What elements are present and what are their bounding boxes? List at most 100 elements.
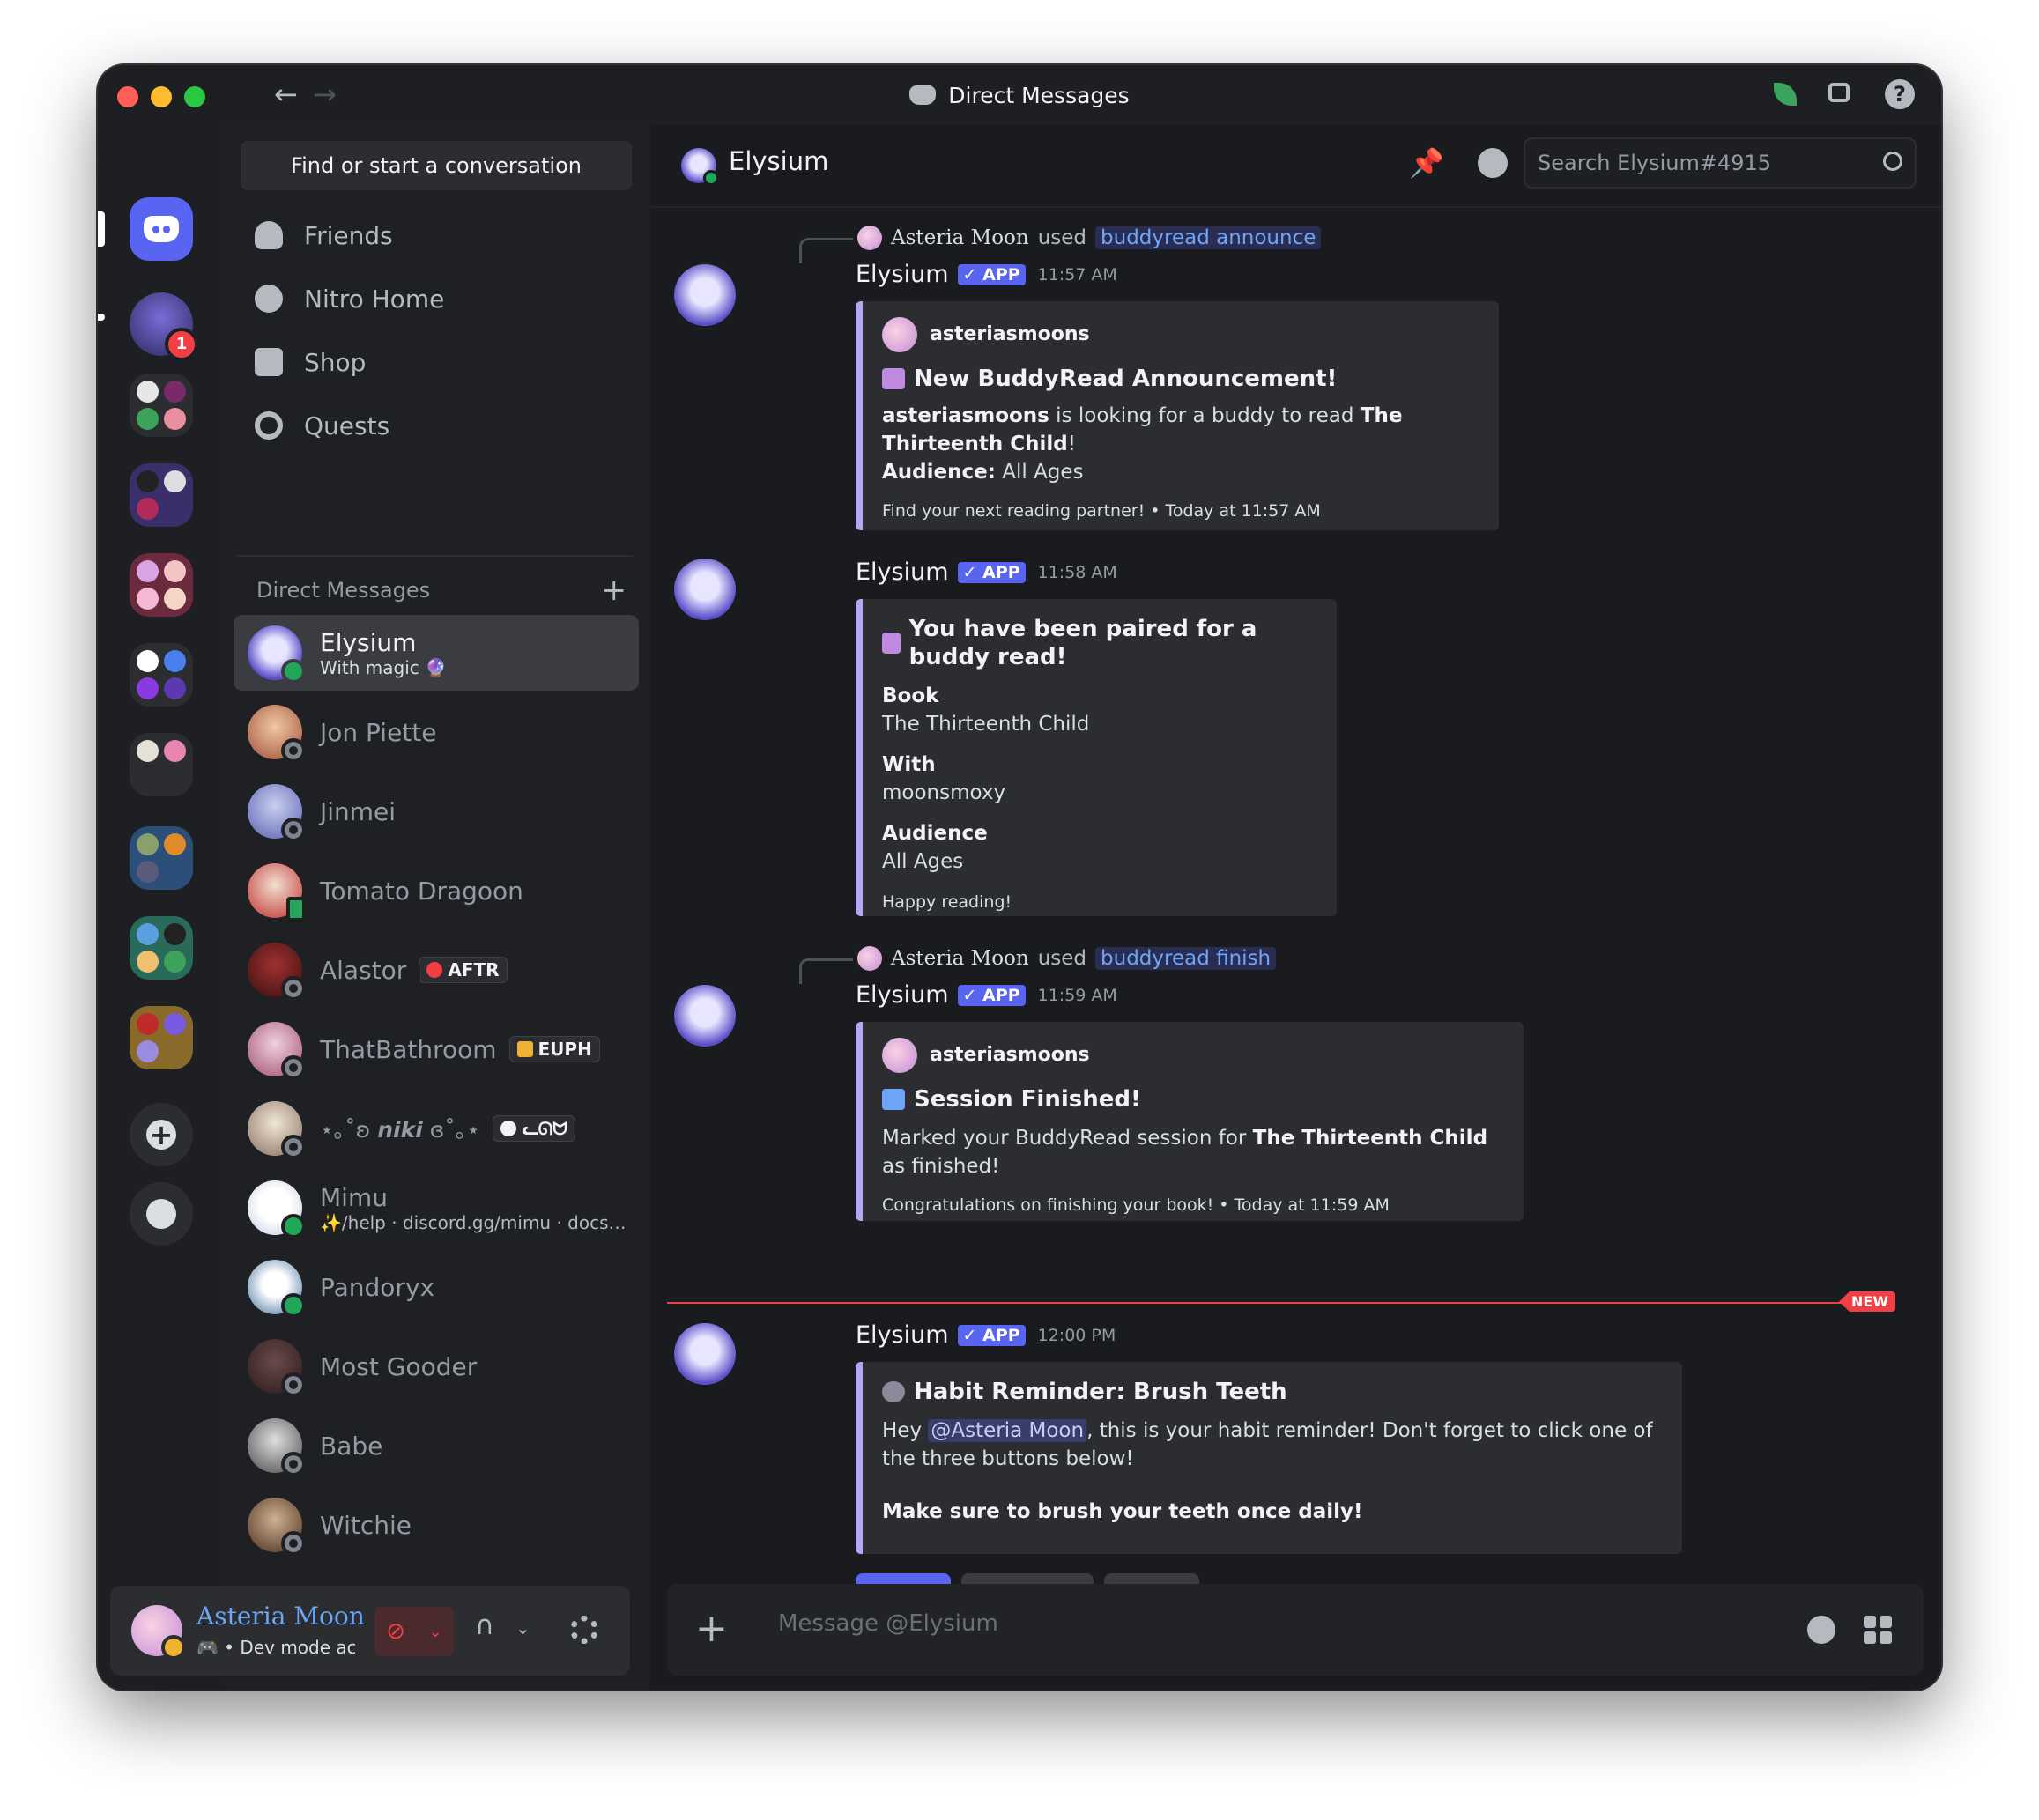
inbox-icon[interactable] xyxy=(1827,79,1857,109)
status-online-icon xyxy=(281,1293,306,1318)
leaf-icon[interactable] xyxy=(1770,79,1800,109)
user-panel: Asteria Moon 🎮 • Dev mode active ⊘ ⌄ ∩ ⌄ xyxy=(110,1586,630,1676)
embed-title: You have been paired for a buddy read! xyxy=(882,615,1317,671)
embed-title-text: Session Finished! xyxy=(914,1086,1141,1113)
field-name: Book xyxy=(882,684,939,707)
server-folder-7[interactable] xyxy=(130,916,193,980)
avatar xyxy=(857,946,882,971)
message-avatar[interactable] xyxy=(674,264,736,326)
embed-title: Session Finished! xyxy=(882,1085,1504,1113)
user-profile-icon[interactable] xyxy=(1478,148,1508,178)
nav-label: Shop xyxy=(304,347,367,377)
mute-button[interactable]: ⊘ ⌄ xyxy=(374,1607,454,1656)
chat-header: Elysium 📌 Search Elysium#4915 xyxy=(649,125,1941,208)
embed-audience: Audience: All Ages xyxy=(882,458,1479,486)
embed-bold-label: Audience: xyxy=(882,461,996,484)
avatar xyxy=(248,784,306,842)
chat-area: Elysium 📌 Search Elysium#4915 Asteria Mo… xyxy=(649,125,1941,1690)
chevron-down-icon[interactable]: ⌄ xyxy=(515,1617,530,1639)
dm-item-babe[interactable]: Babe xyxy=(234,1408,639,1483)
slash-command[interactable]: buddyread finish xyxy=(1095,947,1277,970)
embed-body: Hey @Asteria Moon, this is your habit re… xyxy=(882,1417,1663,1473)
embed-text: All Ages xyxy=(995,461,1084,484)
message-avatar[interactable] xyxy=(674,559,736,620)
slash-command[interactable]: buddyread announce xyxy=(1095,226,1322,249)
tag-label: AFTR xyxy=(448,959,500,980)
dm-item-jon-piette[interactable]: Jon Piette xyxy=(234,694,639,770)
reply-username[interactable]: Asteria Moon xyxy=(891,226,1029,249)
message-input[interactable]: Message @Elysium xyxy=(778,1610,998,1637)
server-folder-6[interactable] xyxy=(130,826,193,890)
apps-icon[interactable] xyxy=(1864,1616,1892,1644)
nav-label: Quests xyxy=(304,411,390,440)
server-folder-3[interactable] xyxy=(130,553,193,617)
reply-username[interactable]: Asteria Moon xyxy=(891,947,1029,970)
dm-item-elysium[interactable]: Elysium With magic 🔮 xyxy=(234,615,639,691)
chevron-down-icon[interactable]: ⌄ xyxy=(429,1623,442,1641)
field-value: moonsmoxy xyxy=(882,781,1006,804)
command-reply-line: Asteria Moon used buddyread finish xyxy=(799,946,1277,984)
server-folder-2[interactable] xyxy=(130,463,193,527)
embed-author: asteriasmoons xyxy=(882,1038,1504,1073)
help-icon[interactable]: ? xyxy=(1885,79,1915,109)
discover-button[interactable] xyxy=(130,1182,193,1246)
message-composer[interactable]: + Message @Elysium xyxy=(667,1584,1924,1676)
create-dm-icon[interactable]: + xyxy=(602,573,627,608)
find-conversation-button[interactable]: Find or start a conversation xyxy=(241,141,632,190)
headphones-icon[interactable]: ∩ xyxy=(475,1610,494,1641)
message-embed: asteriasmoons Session Finished! Marked y… xyxy=(856,1022,1524,1221)
message-avatar[interactable] xyxy=(674,985,736,1047)
server-moon[interactable]: 1 xyxy=(130,292,198,361)
user-mention[interactable]: @Asteria Moon xyxy=(928,1419,1087,1442)
nav-nitro-home[interactable]: Nitro Home xyxy=(237,271,634,326)
dm-status-text: ✨/help · discord.gg/mimu · docs.mi... xyxy=(320,1211,628,1233)
home-button[interactable] xyxy=(130,197,193,261)
message-author[interactable]: Elysium xyxy=(856,559,949,586)
avatar xyxy=(248,705,306,763)
dm-item-jinmei[interactable]: Jinmei xyxy=(234,773,639,849)
search-icon xyxy=(1883,152,1902,171)
discord-logo-icon xyxy=(144,216,179,242)
settings-gear-icon[interactable] xyxy=(570,1616,598,1644)
nav-friends[interactable]: Friends xyxy=(237,208,634,263)
server-folder-8[interactable] xyxy=(130,1006,193,1069)
app-window: ← → Direct Messages ? 1 + Find or start … xyxy=(98,65,1941,1690)
message-avatar[interactable] xyxy=(674,1323,736,1385)
search-input[interactable]: Search Elysium#4915 xyxy=(1524,137,1917,189)
dm-item-tomato-dragoon[interactable]: Tomato Dragoon xyxy=(234,853,639,928)
new-messages-label: NEW xyxy=(1839,1291,1895,1312)
emoji-icon[interactable] xyxy=(1807,1616,1835,1644)
window-title-text: Direct Messages xyxy=(948,82,1130,108)
dm-item-witchie[interactable]: Witchie xyxy=(234,1487,639,1563)
nav-quests[interactable]: Quests xyxy=(237,398,634,453)
server-tag: ᓚᘏᗢ xyxy=(492,1115,575,1142)
dm-item-most-gooder[interactable]: Most Gooder xyxy=(234,1328,639,1404)
embed-footer: Congratulations on finishing your book! … xyxy=(882,1195,1390,1215)
channel-name: Elysium xyxy=(729,146,829,176)
friends-icon xyxy=(255,221,283,249)
add-server-button[interactable]: + xyxy=(130,1103,193,1166)
status-offline-icon xyxy=(281,1372,306,1397)
attach-plus-icon[interactable]: + xyxy=(695,1607,728,1651)
message-author[interactable]: Elysium xyxy=(856,981,949,1009)
user-avatar[interactable] xyxy=(131,1605,186,1660)
dm-item-thatbathroom[interactable]: ThatBathroom EUPH xyxy=(234,1011,639,1087)
message-author[interactable]: Elysium xyxy=(856,1321,949,1349)
pin-icon[interactable]: 📌 xyxy=(1409,146,1444,180)
selected-indicator xyxy=(98,211,105,247)
nav-label: Friends xyxy=(304,220,393,250)
embed-author-name: asteriasmoons xyxy=(930,1044,1090,1066)
dm-item-alastor[interactable]: Alastor AFTR xyxy=(234,932,639,1008)
app-badge: ✓ APP xyxy=(957,984,1026,1006)
server-folder-4[interactable] xyxy=(130,643,193,707)
unread-indicator xyxy=(98,314,105,321)
nav-shop[interactable]: Shop xyxy=(237,335,634,389)
dm-header-label: Direct Messages xyxy=(256,578,431,603)
message-author[interactable]: Elysium xyxy=(856,261,949,288)
server-folder-5[interactable] xyxy=(130,733,193,796)
dm-item-niki[interactable]: ⋆｡˚ʚ 𝙣𝙞𝙠𝙞 ɞ˚｡⋆ ᓚᘏᗢ xyxy=(234,1091,639,1166)
reply-spine xyxy=(799,958,853,984)
server-folder-1[interactable] xyxy=(130,374,193,437)
dm-item-pandoryx[interactable]: Pandoryx xyxy=(234,1249,639,1325)
dm-item-mimu[interactable]: Mimu ✨/help · discord.gg/mimu · docs.mi.… xyxy=(234,1170,639,1246)
